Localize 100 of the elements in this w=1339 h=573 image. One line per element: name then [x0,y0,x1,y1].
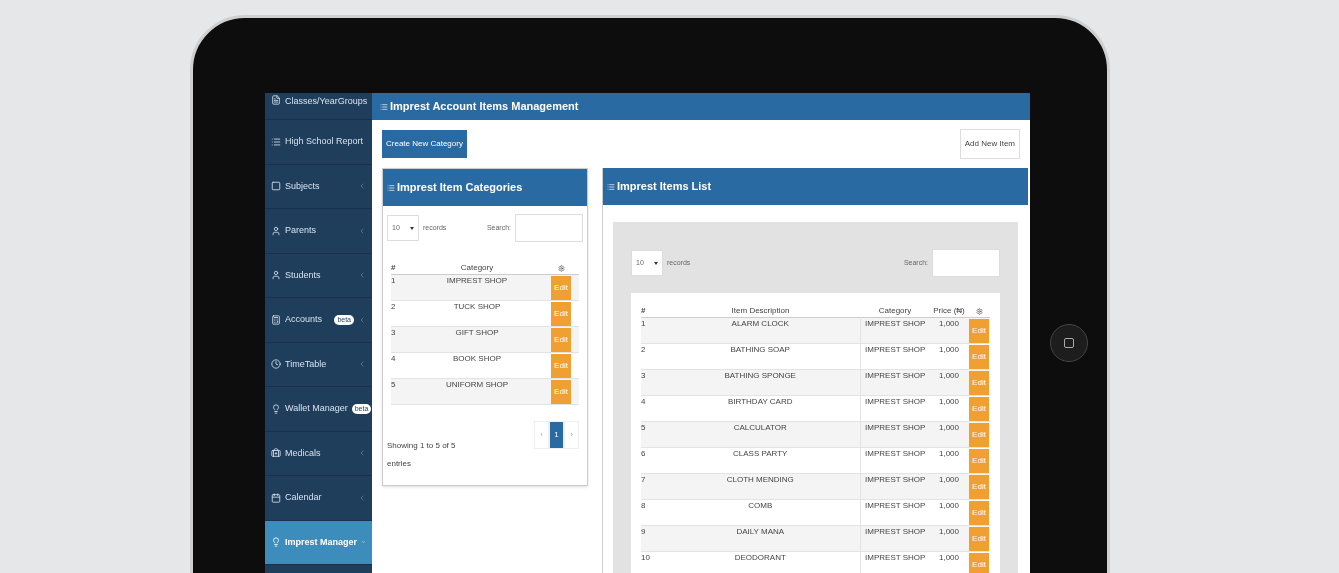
sidebar-item[interactable]: Parents [265,209,372,254]
clock-icon [271,359,281,370]
column-header: Category [411,262,543,275]
edit-button[interactable]: Edit [969,448,989,473]
edit-button[interactable]: Edit [969,552,989,573]
table-cell: 1,000 [930,499,968,526]
table-cell: ALARM CLOCK [661,317,860,344]
pagination-button[interactable]: ‹ [534,421,549,449]
table-cell: IMPREST SHOP [860,421,930,448]
search-field[interactable] [515,214,583,242]
panel-title: Imprest Item Categories [397,180,523,196]
table-cell: 1,000 [930,317,968,344]
table-cell: IMPREST SHOP [860,343,930,370]
edit-button[interactable]: Edit [969,370,989,395]
sidebar-item[interactable]: Imprest Manager [265,520,372,565]
pagination-button[interactable]: 1 [549,421,564,449]
table-cell: DEODORANT [661,551,860,573]
table-cell: 1,000 [930,473,968,500]
column-header: Category [860,305,930,318]
edit-button[interactable]: Edit [551,379,571,404]
edit-button[interactable]: Edit [551,275,571,300]
edit-button[interactable]: Edit [969,344,989,369]
calendar-icon [271,492,281,503]
chevron-left-icon [358,182,366,191]
table-cell: CLASS PARTY [661,447,860,474]
table-cell: IMPREST SHOP [860,447,930,474]
column-header: # [391,262,411,275]
chevron-left-icon [358,493,366,502]
sidebar-item[interactable]: Medicals [265,431,372,476]
sidebar-item[interactable]: Calendar [265,476,372,521]
table-cell: 1 [641,317,661,344]
edit-button[interactable]: Edit [551,327,571,352]
square-icon [1063,337,1074,348]
edit-button[interactable]: Edit [969,526,989,551]
entries-info: Showing 1 to 5 of 5 entries [387,440,457,470]
square-icon [271,181,281,192]
search-field[interactable] [932,249,1000,277]
document-icon [271,95,281,105]
person-icon [271,225,281,236]
table-cell: 1,000 [930,551,968,573]
dropdown-caret-icon [410,226,414,230]
settings-icon [975,307,983,315]
table-cell: 3 [641,369,661,396]
table-cell: 1,000 [930,421,968,448]
table-cell: GIFT SHOP [411,326,543,353]
table-cell: CLOTH MENDING [661,473,860,500]
table-cell: IMPREST SHOP [411,274,543,301]
sidebar-item[interactable]: TimeTable [265,342,372,387]
edit-button[interactable]: Edit [551,301,571,326]
table-cell: UNIFORM SHOP [411,378,543,405]
table-cell: IMPREST SHOP [860,395,930,422]
chevron-left-icon [358,360,366,369]
medical-kit-icon [271,448,281,459]
add-item-button[interactable]: Add New Item [959,129,1020,159]
table-cell: BIRTHDAY CARD [661,395,860,422]
table-cell: IMPREST SHOP [860,525,930,552]
edit-button[interactable]: Edit [969,474,989,499]
edit-button[interactable]: Edit [969,500,989,525]
table-cell: 2 [391,300,411,327]
table-cell: 9 [641,525,661,552]
page-title: Imprest Account Items Management [390,99,579,115]
dropdown-caret-icon [654,261,658,265]
table-cell: IMPREST SHOP [860,369,930,396]
table-cell: BATHING SOAP [661,343,860,370]
table-cell: 5 [641,421,661,448]
column-header: # [641,305,661,318]
table-cell: 6 [641,447,661,474]
table-cell: 1,000 [930,343,968,370]
edit-button[interactable]: Edit [969,396,989,421]
panel-title: Imprest Items List [617,179,712,195]
edit-button[interactable]: Edit [551,353,571,378]
table-cell: 4 [391,352,411,379]
sidebar-item[interactable]: Subjects [265,164,372,209]
list-icon [271,136,281,147]
table-cell: IMPREST SHOP [860,499,930,526]
create-category-button[interactable]: Create New Category [382,130,467,158]
table-cell: 8 [641,499,661,526]
chevron-left-icon [358,449,366,458]
table-cell: 1,000 [930,525,968,552]
edit-button[interactable]: Edit [969,422,989,447]
chevron-left-icon [358,271,366,280]
table-cell: 1,000 [930,447,968,474]
table-cell: 1 [391,274,411,301]
table-cell: IMPREST SHOP [860,317,930,344]
chevron-left-icon [358,226,366,235]
sidebar-item[interactable]: Students [265,253,372,298]
table-cell: 1,000 [930,395,968,422]
bulb-icon [271,403,281,414]
table-cell: COMB [661,499,860,526]
person-icon [271,270,281,281]
bulb-icon [271,537,281,548]
home-button[interactable] [1049,323,1088,362]
table-cell: DAILY MANA [661,525,860,552]
table-cell: IMPREST SHOP [860,473,930,500]
table-cell: 4 [641,395,661,422]
edit-button[interactable]: Edit [969,318,989,343]
table-cell: IMPREST SHOP [860,551,930,573]
table-cell: 2 [641,343,661,370]
pagination-button[interactable]: › [564,421,579,449]
list-icon [380,102,388,111]
